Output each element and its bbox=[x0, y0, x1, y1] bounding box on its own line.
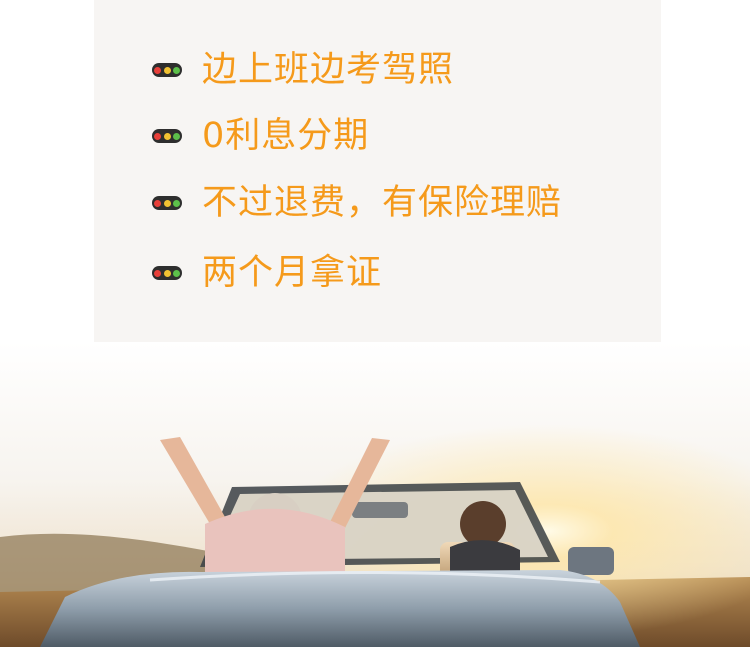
green-light-dot bbox=[172, 199, 180, 207]
traffic-light-icon bbox=[152, 196, 182, 210]
feature-item: 边上班边考驾照 bbox=[152, 45, 454, 95]
traffic-light-icon bbox=[152, 266, 182, 280]
car-body bbox=[40, 570, 640, 647]
yellow-light-dot bbox=[163, 199, 171, 207]
feature-text: 不过退费，有保险理赔 bbox=[202, 183, 563, 223]
traffic-light-icon bbox=[152, 63, 182, 77]
feature-card: 边上班边考驾照 0利息分期 不过退费，有保险理赔 两个月拿证 bbox=[94, 0, 661, 342]
yellow-light-dot bbox=[163, 269, 171, 277]
yellow-light-dot bbox=[163, 66, 171, 74]
green-light-dot bbox=[172, 66, 180, 74]
feature-text: 两个月拿证 bbox=[202, 253, 383, 293]
feature-text: 边上班边考驾照 bbox=[202, 50, 455, 90]
traffic-light-icon bbox=[152, 129, 182, 143]
red-light-dot bbox=[154, 199, 162, 207]
rearview-mirror bbox=[352, 502, 408, 518]
feature-item: 两个月拿证 bbox=[152, 248, 382, 298]
green-light-dot bbox=[172, 269, 180, 277]
convertible-sunset-photo bbox=[0, 342, 750, 647]
red-light-dot bbox=[154, 269, 162, 277]
feature-item: 0利息分期 bbox=[152, 111, 369, 161]
side-mirror bbox=[568, 547, 614, 575]
feature-item: 不过退费，有保险理赔 bbox=[152, 178, 562, 228]
green-light-dot bbox=[172, 132, 180, 140]
red-light-dot bbox=[154, 66, 162, 74]
yellow-light-dot bbox=[163, 132, 171, 140]
feature-text: 0利息分期 bbox=[202, 116, 370, 156]
red-light-dot bbox=[154, 132, 162, 140]
